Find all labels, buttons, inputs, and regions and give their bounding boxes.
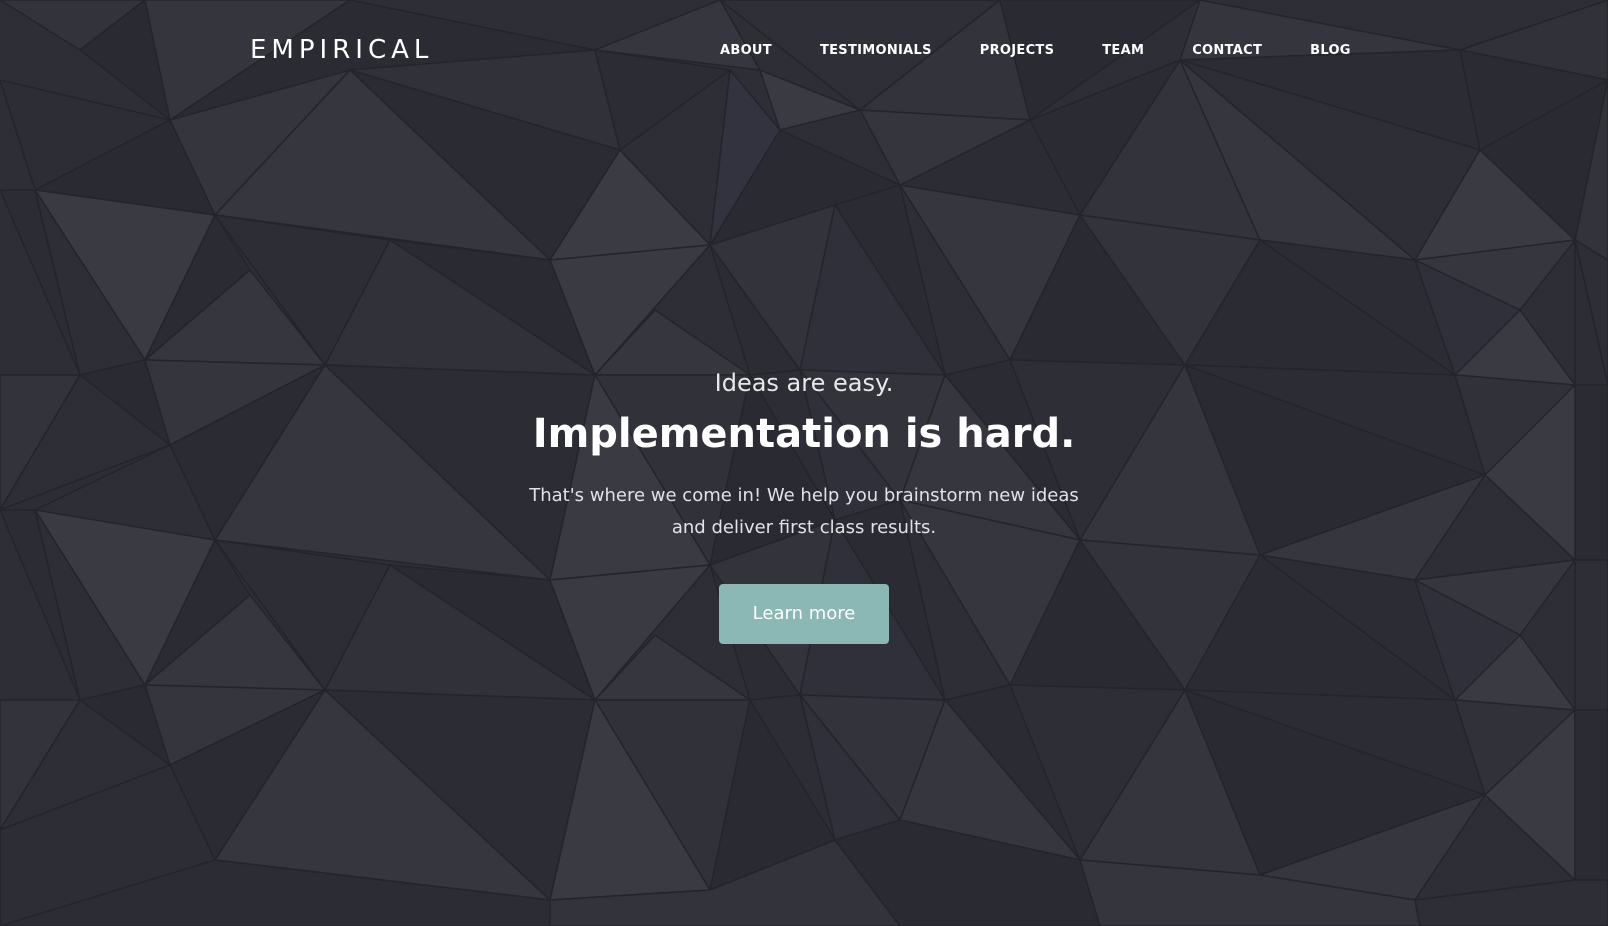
nav-link-testimonials[interactable]: TESTIMONIALS xyxy=(820,43,932,58)
nav-link-contact[interactable]: CONTACT xyxy=(1192,43,1262,58)
nav-link-blog[interactable]: BLOG xyxy=(1310,43,1351,58)
hero-tagline: Ideas are easy. xyxy=(714,369,894,397)
site-header: EMPIRICAL ABOUT TESTIMONIALS PROJECTS TE… xyxy=(0,0,1608,100)
brand-logo[interactable]: EMPIRICAL xyxy=(250,33,433,67)
hero-lead-text: That's where we come in! We help you bra… xyxy=(529,485,1079,538)
learn-more-button[interactable]: Learn more xyxy=(719,584,889,644)
nav-link-team[interactable]: TEAM xyxy=(1102,43,1144,58)
nav-link-about[interactable]: ABOUT xyxy=(720,43,772,58)
main-navigation: ABOUT TESTIMONIALS PROJECTS TEAM CONTACT… xyxy=(720,40,1351,60)
nav-link-projects[interactable]: PROJECTS xyxy=(980,43,1054,58)
hero-section: EMPIRICAL ABOUT TESTIMONIALS PROJECTS TE… xyxy=(0,0,1608,926)
hero-headline: Implementation is hard. xyxy=(532,411,1076,457)
hero-content: Ideas are easy. Implementation is hard. … xyxy=(0,366,1608,644)
